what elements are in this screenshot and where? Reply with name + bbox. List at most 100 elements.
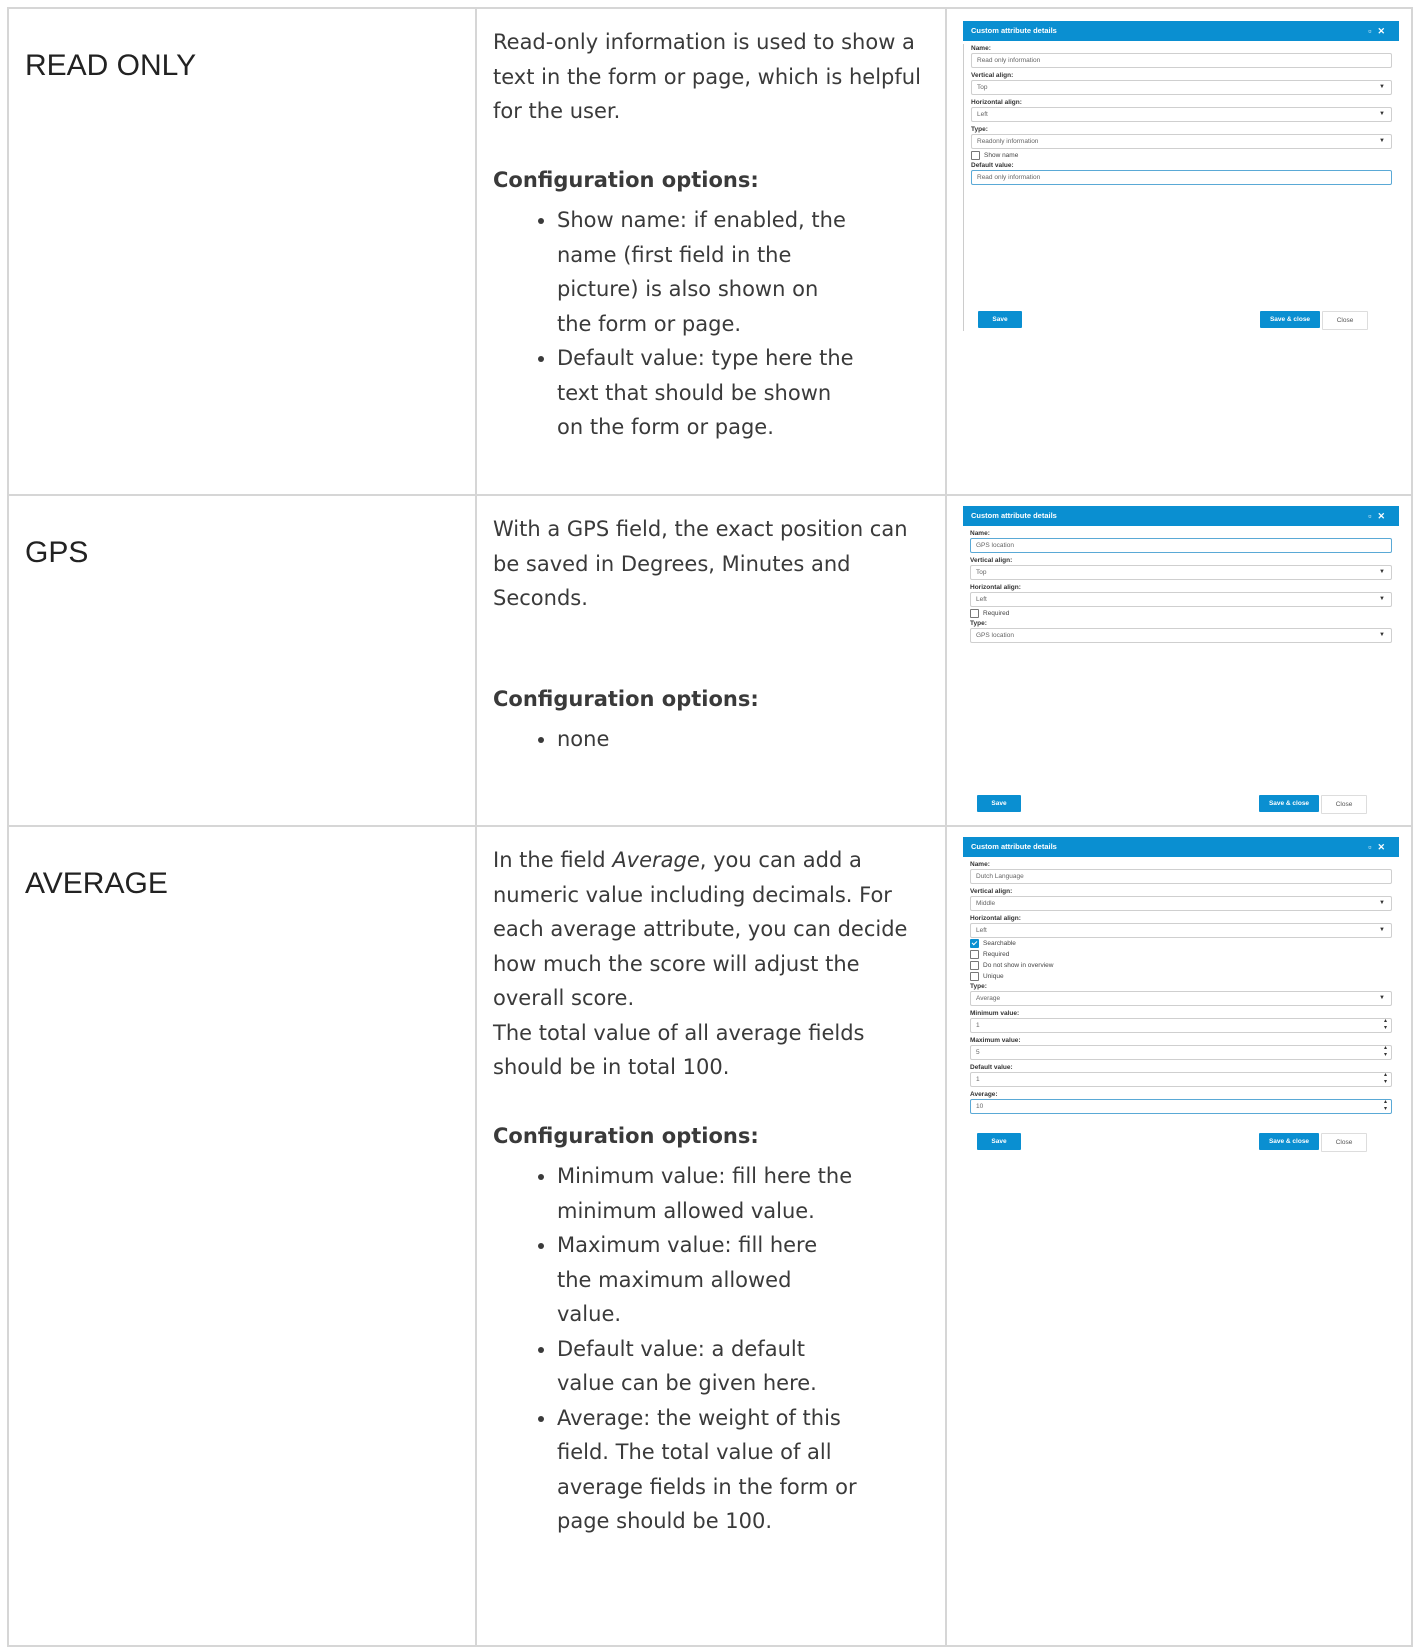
dialog-body: Name: Read only information Vertical ali… xyxy=(963,44,1399,331)
spinner-arrows-icon[interactable]: ▴ ▾ xyxy=(1384,1018,1387,1032)
list-item: Default value: a default value can be gi… xyxy=(557,1332,857,1401)
checkbox-icon xyxy=(970,972,979,981)
intro-text: Read-only information is used to show a … xyxy=(493,30,921,123)
save-close-button[interactable]: Save & close xyxy=(1260,311,1320,328)
required-checkbox[interactable]: Required xyxy=(970,950,1392,960)
type-label: Type: xyxy=(970,983,987,990)
checkbox-label: Required xyxy=(983,951,1010,959)
intro-text-part: , you can add a numeric value including … xyxy=(493,848,908,1010)
min-value: 1 xyxy=(976,1022,980,1029)
default-value: 1 xyxy=(976,1076,980,1083)
chevron-down-icon: ▼ xyxy=(1379,900,1385,906)
type-select[interactable]: Readonly information ▼ xyxy=(971,134,1392,149)
attribute-description: Read-only information is used to show a … xyxy=(475,7,947,496)
close-icon[interactable]: ✕ xyxy=(1377,842,1391,852)
valign-select[interactable]: Top ▼ xyxy=(970,565,1392,580)
max-value-label: Maximum value: xyxy=(970,1037,1021,1044)
name-label: Name: xyxy=(971,45,991,52)
halign-value: Left xyxy=(976,596,987,603)
chevron-down-icon: ▼ xyxy=(1379,569,1385,575)
spinner-arrows-icon[interactable]: ▴ ▾ xyxy=(1384,1072,1387,1086)
close-button[interactable]: Close xyxy=(1322,311,1368,330)
halign-select[interactable]: Left ▼ xyxy=(971,107,1392,122)
table-row-average: AVERAGE In the field Average, you can ad… xyxy=(7,825,1413,1647)
valign-select[interactable]: Middle ▼ xyxy=(970,896,1392,911)
close-button[interactable]: Close xyxy=(1321,795,1367,814)
attribute-description: With a GPS field, the exact position can… xyxy=(475,494,947,827)
list-item: Default value: type here the text that s… xyxy=(557,341,857,445)
default-value-input[interactable]: 1 ▴ ▾ xyxy=(970,1072,1392,1087)
config-heading: Configuration options: xyxy=(493,167,759,192)
max-value-input[interactable]: 5 ▴ ▾ xyxy=(970,1045,1392,1060)
list-item: Average: the weight of this field. The t… xyxy=(557,1401,857,1539)
show-name-checkbox[interactable]: Show name xyxy=(971,150,1392,161)
type-label: Type: xyxy=(970,620,987,627)
checkbox-label: Required xyxy=(983,610,1010,617)
checkbox-label: Unique xyxy=(983,973,1004,981)
checkbox-icon xyxy=(970,608,979,618)
type-value: GPS location xyxy=(976,632,1014,639)
close-icon[interactable]: ✕ xyxy=(1377,26,1391,36)
average-label: Average: xyxy=(970,1091,998,1098)
field-name-emphasis: Average xyxy=(612,848,700,872)
halign-select[interactable]: Left ▼ xyxy=(970,592,1392,607)
table-row-gps: GPS With a GPS field, the exact position… xyxy=(7,494,1413,827)
halign-label: Horizontal align: xyxy=(971,99,1022,106)
dialog-titlebar: Custom attribute details ▫✕ xyxy=(963,506,1399,526)
options-list: none xyxy=(493,722,857,757)
close-icon[interactable]: ✕ xyxy=(1377,511,1391,521)
name-input[interactable]: GPS location xyxy=(970,538,1392,553)
save-button[interactable]: Save xyxy=(977,1133,1021,1150)
chevron-down-icon: ▼ xyxy=(1379,927,1385,933)
checkbox-label: Searchable xyxy=(983,940,1016,948)
type-select[interactable]: GPS location ▼ xyxy=(970,628,1392,643)
options-list: Show name: if enabled, the name (first f… xyxy=(493,203,857,445)
type-label: Type: xyxy=(971,126,988,133)
type-value: Average xyxy=(976,995,1001,1002)
default-value-input[interactable]: Read only information xyxy=(971,170,1392,185)
save-close-button[interactable]: Save & close xyxy=(1259,1133,1319,1150)
name-label: Name: xyxy=(970,530,990,537)
save-button[interactable]: Save xyxy=(977,795,1021,812)
average-input[interactable]: 10 ▴ ▾ xyxy=(970,1099,1392,1114)
chevron-down-icon: ▼ xyxy=(1379,995,1385,1001)
min-value-label: Minimum value: xyxy=(970,1010,1020,1017)
save-close-button[interactable]: Save & close xyxy=(1259,795,1319,812)
type-select[interactable]: Average ▼ xyxy=(970,991,1392,1006)
screenshot-cell: Custom attribute details ▫✕ Name: Dutch … xyxy=(945,825,1413,1647)
unique-checkbox[interactable]: Unique xyxy=(970,972,1392,982)
config-heading: Configuration options: xyxy=(493,686,759,711)
checkbox-icon xyxy=(971,150,980,160)
chevron-down-icon: ▼ xyxy=(1379,632,1385,638)
spinner-arrows-icon[interactable]: ▴ ▾ xyxy=(1384,1099,1387,1113)
valign-value: Top xyxy=(976,569,987,576)
list-item: Minimum value: fill here the minimum all… xyxy=(557,1159,857,1228)
config-heading: Configuration options: xyxy=(493,1123,759,1148)
name-input[interactable]: Dutch Language xyxy=(970,869,1392,884)
list-item: Maximum value: fill here the maximum all… xyxy=(557,1228,857,1332)
chevron-down-icon: ▼ xyxy=(1379,596,1385,602)
dialog-title: Custom attribute details xyxy=(971,842,1057,851)
chevron-down-icon: ▼ xyxy=(1379,111,1385,117)
options-list: Minimum value: fill here the minimum all… xyxy=(493,1159,857,1539)
valign-label: Vertical align: xyxy=(971,72,1014,79)
close-button[interactable]: Close xyxy=(1321,1133,1367,1152)
name-input[interactable]: Read only information xyxy=(971,53,1392,68)
attribute-name: GPS xyxy=(7,494,477,827)
screenshot-cell: Custom attribute details ▫✕ Name: Read o… xyxy=(945,7,1413,496)
do-not-show-in-overview-checkbox[interactable]: Do not show in overview xyxy=(970,961,1392,971)
intro-text: With a GPS field, the exact position can… xyxy=(493,517,908,610)
halign-label: Horizontal align: xyxy=(970,915,1021,922)
halign-select[interactable]: Left ▼ xyxy=(970,923,1392,938)
min-value-input[interactable]: 1 ▴ ▾ xyxy=(970,1018,1392,1033)
valign-select[interactable]: Top ▼ xyxy=(971,80,1392,95)
dialog-titlebar: Custom attribute details ▫✕ xyxy=(963,21,1399,41)
required-checkbox[interactable]: Required xyxy=(970,608,1392,619)
searchable-checkbox[interactable]: Searchable xyxy=(970,939,1392,949)
intro-text-2: The total value of all average fields sh… xyxy=(493,1020,865,1080)
table-row-read-only: READ ONLY Read-only information is used … xyxy=(7,7,1413,496)
chevron-down-icon: ▼ xyxy=(1379,138,1385,144)
name-label: Name: xyxy=(970,861,990,868)
save-button[interactable]: Save xyxy=(978,311,1022,328)
spinner-arrows-icon[interactable]: ▴ ▾ xyxy=(1384,1045,1387,1059)
